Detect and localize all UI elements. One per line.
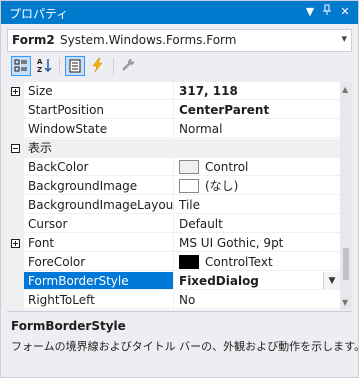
- property-row-startposition[interactable]: StartPosition CenterParent: [7, 101, 340, 120]
- window-title: プロパティ: [9, 7, 69, 21]
- property-row-size[interactable]: Size 317, 118: [7, 82, 340, 101]
- property-pages-button[interactable]: [119, 56, 139, 76]
- property-name[interactable]: BackgroundImage: [24, 177, 174, 195]
- toolbar-separator: [59, 58, 60, 75]
- property-value-dropdown[interactable]: FixedDialog ▼: [175, 272, 340, 290]
- property-value[interactable]: 317, 118: [175, 82, 340, 100]
- description-splitter[interactable]: [7, 311, 352, 312]
- toolbar: A Z: [7, 55, 352, 79]
- properties-window: プロパティ ▼ ✕ Form2 System.Windows.Forms.For…: [0, 0, 359, 378]
- chevron-down-icon[interactable]: ▼: [323, 272, 340, 289]
- category-row-display[interactable]: 表示: [7, 139, 340, 158]
- pin-icon[interactable]: [319, 4, 335, 20]
- property-value[interactable]: No: [175, 291, 340, 309]
- property-name[interactable]: Font: [24, 234, 174, 252]
- scrollbar-thumb[interactable]: [343, 248, 349, 280]
- property-name[interactable]: FormBorderStyle: [24, 272, 174, 290]
- expand-plus-icon[interactable]: [11, 239, 20, 248]
- property-name[interactable]: WindowState: [24, 120, 174, 138]
- property-row-formborderstyle[interactable]: FormBorderStyle FixedDialog ▼: [7, 272, 340, 291]
- property-row-backgroundimagelayout[interactable]: BackgroundImageLayout Tile: [7, 196, 340, 215]
- property-grid: Size 317, 118 StartPosition CenterParent…: [7, 82, 352, 310]
- property-name[interactable]: Size: [24, 82, 174, 100]
- events-lightning-icon: [92, 57, 103, 73]
- image-swatch: [179, 178, 199, 193]
- property-value-text: ControlText: [205, 255, 273, 269]
- object-type: System.Windows.Forms.Form: [60, 33, 237, 47]
- property-name[interactable]: StartPosition: [24, 101, 174, 119]
- color-swatch: [179, 159, 199, 174]
- description-title: FormBorderStyle: [11, 319, 126, 333]
- property-row-forecolor[interactable]: ForeColor ControlText: [7, 253, 340, 272]
- property-name[interactable]: ForeColor: [24, 253, 174, 271]
- description-text: フォームの境界線およびタイトル バーの、外観および動作を示します。: [11, 340, 359, 353]
- properties-icon: [69, 59, 81, 73]
- scroll-down-icon[interactable]: ▼: [342, 298, 348, 307]
- object-name: Form2: [12, 33, 55, 47]
- events-button[interactable]: [89, 56, 109, 76]
- property-name[interactable]: Cursor: [24, 215, 174, 233]
- property-value[interactable]: ControlText: [175, 253, 340, 271]
- property-value[interactable]: Normal: [175, 120, 340, 138]
- property-row-cursor[interactable]: Cursor Default: [7, 215, 340, 234]
- property-value-text: FixedDialog: [179, 274, 259, 288]
- property-value[interactable]: MS UI Gothic, 9pt: [175, 234, 340, 252]
- chevron-down-icon[interactable]: ▼: [302, 4, 318, 20]
- description-panel: FormBorderStyle フォームの境界線およびタイトル バーの、外観およ…: [7, 315, 359, 373]
- title-bar: プロパティ ▼ ✕: [1, 1, 358, 24]
- property-row-righttoleft[interactable]: RightToLeft No: [7, 291, 340, 310]
- close-icon[interactable]: ✕: [337, 4, 353, 20]
- categorized-icon: [14, 59, 27, 72]
- property-value[interactable]: CenterParent: [175, 101, 340, 119]
- property-pages-wrench-icon: [122, 58, 135, 71]
- expand-plus-icon[interactable]: [11, 87, 20, 96]
- property-name[interactable]: BackColor: [24, 158, 174, 176]
- property-row-backcolor[interactable]: BackColor Control: [7, 158, 340, 177]
- property-row-windowstate[interactable]: WindowState Normal: [7, 120, 340, 139]
- property-value[interactable]: (なし): [175, 177, 340, 195]
- property-value-text: (なし): [205, 179, 239, 193]
- alphabetical-sort-icon: A Z: [37, 58, 52, 74]
- properties-button[interactable]: [65, 56, 85, 76]
- property-name[interactable]: BackgroundImageLayout: [24, 196, 174, 214]
- property-name[interactable]: RightToLeft: [24, 291, 174, 309]
- object-selector[interactable]: Form2 System.Windows.Forms.Form ▾: [7, 29, 352, 52]
- categorized-button[interactable]: [11, 56, 31, 76]
- scroll-up-icon[interactable]: ▲: [342, 85, 348, 94]
- color-swatch: [179, 254, 199, 269]
- svg-text:Z: Z: [37, 66, 42, 74]
- toolbar-separator: [113, 58, 114, 75]
- property-row-backgroundimage[interactable]: BackgroundImage (なし): [7, 177, 340, 196]
- vertical-scrollbar[interactable]: ▲ ▼: [340, 82, 352, 310]
- collapse-minus-icon[interactable]: [11, 144, 20, 153]
- property-value[interactable]: Default: [175, 215, 340, 233]
- svg-text:A: A: [37, 58, 43, 66]
- alphabetical-button[interactable]: A Z: [35, 56, 55, 76]
- property-value[interactable]: Tile: [175, 196, 340, 214]
- property-value[interactable]: Control: [175, 158, 340, 176]
- property-row-font[interactable]: Font MS UI Gothic, 9pt: [7, 234, 340, 253]
- category-label: 表示: [28, 141, 53, 155]
- property-value-text: Control: [205, 160, 249, 174]
- chevron-down-icon[interactable]: ▾: [341, 32, 347, 45]
